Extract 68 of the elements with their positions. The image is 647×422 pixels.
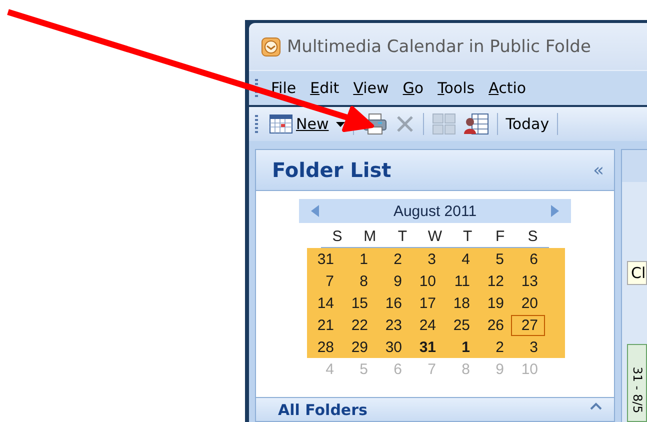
view-header-bar: [622, 150, 647, 182]
weekday-label: T: [396, 228, 408, 244]
calendar-day[interactable]: 6: [511, 248, 545, 270]
grip-icon[interactable]: [255, 115, 258, 133]
menu-item[interactable]: View: [346, 77, 396, 99]
calendar-day[interactable]: 18: [443, 292, 477, 314]
calendar-day[interactable]: 2: [477, 336, 511, 358]
menu-item[interactable]: Go: [396, 77, 431, 99]
calendar-day[interactable]: 31: [307, 248, 341, 270]
strip-label: 31 - 8/5: [630, 366, 644, 414]
dropdown-caret-button[interactable]: [334, 120, 347, 128]
calendar-day[interactable]: 7: [307, 270, 341, 292]
envelope-clock-icon: [261, 36, 281, 56]
calendar-day[interactable]: 14: [307, 292, 341, 314]
calendar-day[interactable]: 13: [511, 270, 545, 292]
menu-item[interactable]: Tools: [430, 77, 482, 99]
calendar-day[interactable]: 23: [375, 314, 409, 336]
calendar-day[interactable]: 20: [511, 292, 545, 314]
weekday-label: F: [494, 228, 506, 244]
calendar-day[interactable]: 30: [375, 336, 409, 358]
calendar-day[interactable]: 8: [341, 270, 375, 292]
weekday-label: T: [462, 228, 474, 244]
calendar-day[interactable]: 3: [511, 336, 545, 358]
window-title: Multimedia Calendar in Public Folde: [287, 36, 591, 56]
chevron-up-icon[interactable]: [590, 402, 602, 410]
next-month-icon[interactable]: [551, 205, 559, 217]
calendar-day[interactable]: 1: [341, 248, 375, 270]
calendar-day[interactable]: 16: [375, 292, 409, 314]
caret-icon: [336, 122, 345, 126]
calendar-day[interactable]: 28: [307, 336, 341, 358]
today-button[interactable]: Today: [504, 114, 552, 134]
grip-icon[interactable]: [255, 79, 258, 97]
grid-icon: [432, 113, 456, 135]
calendar-day[interactable]: 27: [511, 314, 545, 336]
weekday-label: M: [362, 228, 378, 244]
calendar-day[interactable]: 12: [477, 270, 511, 292]
weekday-label: S: [526, 228, 539, 244]
section-title: All Folders: [278, 402, 368, 418]
calendar-day[interactable]: 10: [409, 270, 443, 292]
calendar-day[interactable]: 31: [409, 336, 443, 358]
calendar-day[interactable]: 9: [375, 270, 409, 292]
calendar-day[interactable]: 26: [477, 314, 511, 336]
x-icon: [394, 114, 415, 134]
weekday-label: S: [331, 228, 344, 244]
person-card-icon: [462, 112, 489, 136]
calendar-day[interactable]: 25: [443, 314, 477, 336]
calendar-day[interactable]: 3: [409, 248, 443, 270]
input-field[interactable]: Cl: [627, 261, 647, 285]
menu-item[interactable]: Actio: [482, 77, 534, 99]
calendar-day[interactable]: 21: [307, 314, 341, 336]
calendar-day[interactable]: 15: [341, 292, 375, 314]
calendar-day[interactable]: 29: [341, 336, 375, 358]
calendar-day[interactable]: 1: [443, 336, 477, 358]
calendar-day[interactable]: 4: [443, 248, 477, 270]
new-button[interactable]: New: [267, 113, 331, 135]
calendar-day[interactable]: 11: [443, 270, 477, 292]
calendar-day[interactable]: 19: [477, 292, 511, 314]
calendar-day[interactable]: 17: [409, 292, 443, 314]
calendar-day[interactable]: 5: [477, 248, 511, 270]
calendar-day[interactable]: 22: [341, 314, 375, 336]
pane-title: Folder List: [272, 158, 392, 182]
weekday-label: W: [426, 228, 444, 244]
calendar-icon: [269, 114, 293, 134]
menu-item[interactable]: Edit: [303, 77, 346, 99]
calendar-day[interactable]: 2: [375, 248, 409, 270]
month-title: August 2011: [393, 202, 477, 220]
previous-month-icon[interactable]: [311, 205, 319, 217]
calendar-day[interactable]: 24: [409, 314, 443, 336]
